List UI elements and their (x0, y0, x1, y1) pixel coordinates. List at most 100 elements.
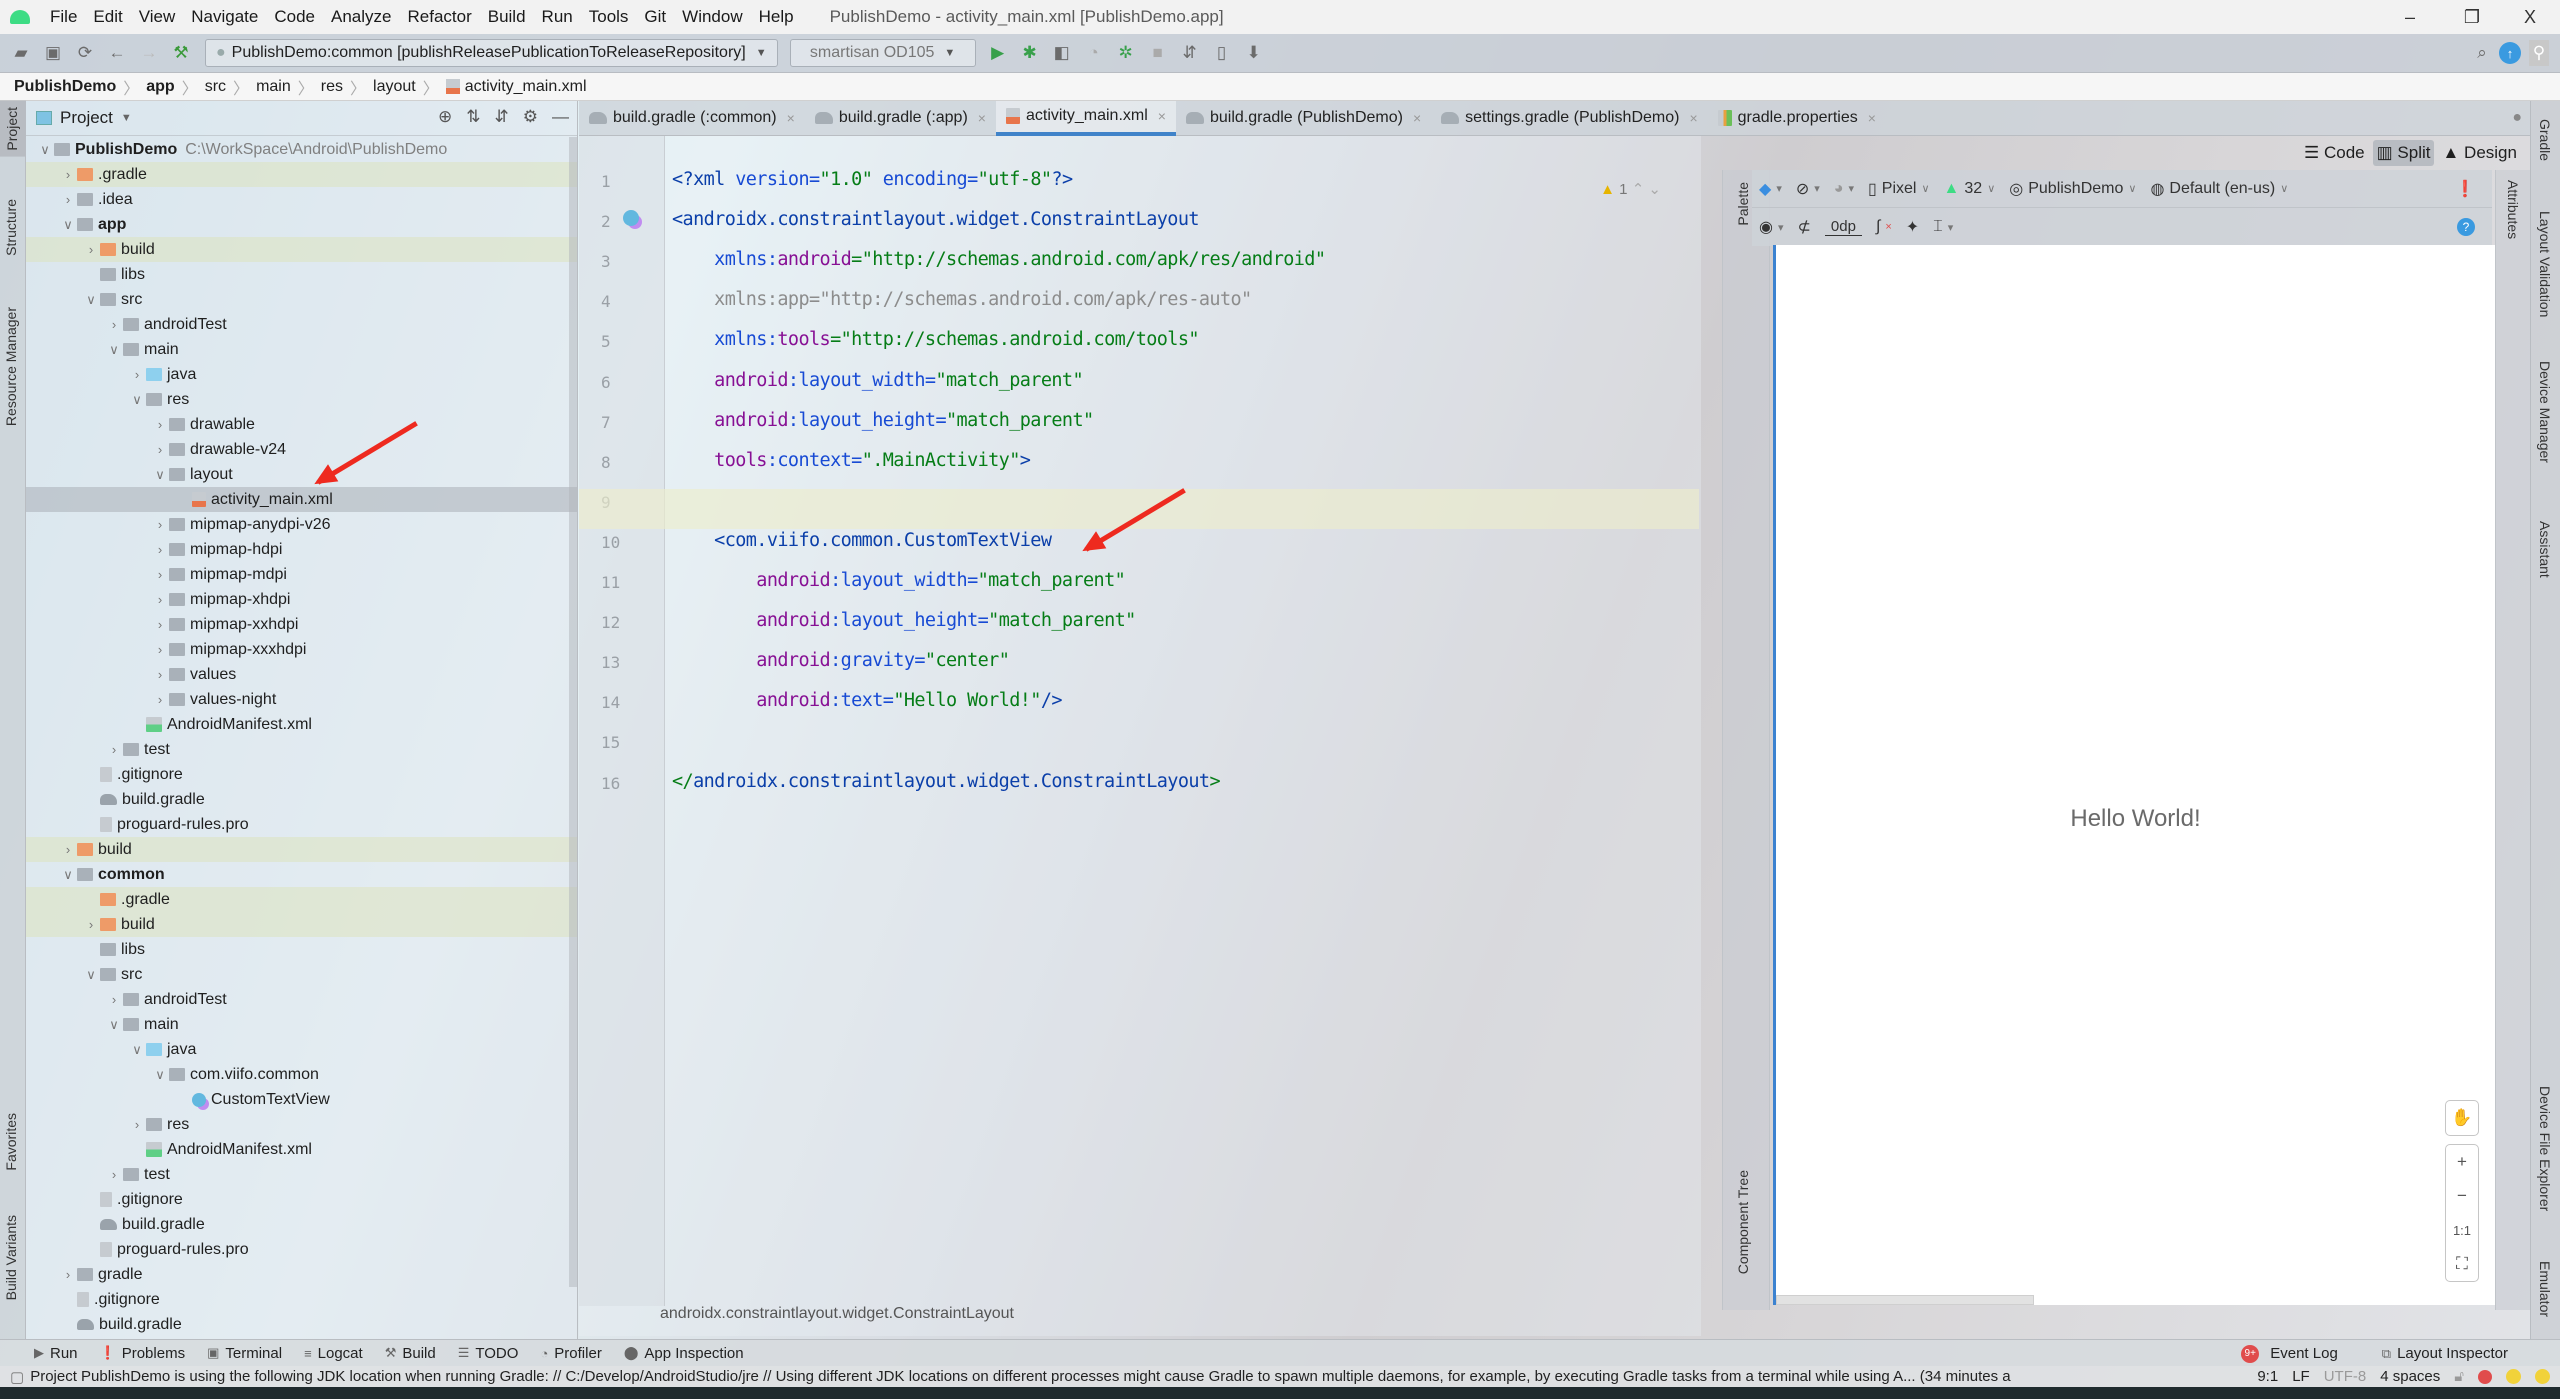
tree-item[interactable]: libs (26, 937, 577, 962)
chevron-right-icon[interactable]: › (59, 192, 77, 207)
chevron-right-icon[interactable]: › (105, 992, 123, 1007)
lock-icon[interactable]: 🔓︎ (2454, 1368, 2464, 1385)
chevron-right-icon[interactable]: › (82, 917, 100, 932)
menu-view[interactable]: View (131, 7, 184, 27)
tree-item[interactable]: › test (26, 1162, 577, 1187)
chevron-down-icon[interactable]: ∨ (151, 1067, 169, 1083)
breadcrumb-item[interactable]: main (256, 78, 291, 96)
editor-tab[interactable]: gradle.properties × (1708, 101, 1886, 136)
chevron-down-icon[interactable]: ∨ (59, 217, 77, 233)
tree-item[interactable]: › gradle (26, 1262, 577, 1287)
chevron-down-icon[interactable]: ∨ (82, 967, 100, 983)
breadcrumb-item[interactable]: layout (373, 78, 416, 96)
sync-gradle-icon[interactable]: ⇵ (1177, 40, 1203, 66)
orientation-icon[interactable]: ⊘ ▾ (1796, 179, 1820, 199)
toggle-tool-windows-icon[interactable]: ▢ (10, 1368, 24, 1386)
close-tab-icon[interactable]: × (978, 110, 986, 126)
tree-item[interactable]: › mipmap-xxxhdpi (26, 637, 577, 662)
guidelines-icon[interactable]: ⌶ ▾ (1933, 218, 1953, 236)
update-icon[interactable]: ↑ (2499, 42, 2521, 64)
default-margin-select[interactable]: 0dp (1824, 218, 1862, 236)
chevron-right-icon[interactable]: › (128, 1117, 146, 1132)
menu-tools[interactable]: Tools (581, 7, 637, 27)
chevron-right-icon[interactable]: › (151, 567, 169, 582)
gradle-sync-icon[interactable]: ● (2512, 109, 2522, 127)
tree-item[interactable]: proguard-rules.pro (26, 1237, 577, 1262)
breadcrumb-item[interactable]: res (321, 78, 343, 96)
forward-arrow-icon[interactable]: → (136, 40, 162, 66)
zoom-to-fit-button[interactable]: ⛶ (2456, 1247, 2468, 1281)
code-line[interactable]: xmlns:android="http://schemas.android.co… (672, 249, 1326, 270)
tree-item[interactable]: › values-night (26, 687, 577, 712)
chevron-down-icon[interactable]: ∨ (105, 1017, 123, 1033)
tree-item[interactable]: .gradle (26, 887, 577, 912)
help-icon[interactable]: ? (2457, 218, 2475, 236)
run-with-coverage-icon[interactable]: ◧ (1049, 40, 1075, 66)
code-line[interactable]: android:gravity="center" (672, 650, 1010, 671)
tree-item[interactable]: › .idea (26, 187, 577, 212)
bottom-tool-logcat[interactable]: ≡ Logcat (304, 1345, 363, 1362)
device-select[interactable]: smartisan OD105 ▼ (789, 39, 976, 67)
tool-window-resource-manager[interactable]: Resource Manager (3, 307, 19, 426)
close-tab-icon[interactable]: × (1158, 108, 1166, 124)
code-line[interactable]: android:layout_width="match_parent" (672, 570, 1125, 591)
menu-build[interactable]: Build (480, 7, 534, 27)
chevron-right-icon[interactable]: › (151, 592, 169, 607)
tree-item[interactable]: › mipmap-xxhdpi (26, 612, 577, 637)
bottom-tool-terminal[interactable]: ▣ Terminal (207, 1345, 282, 1362)
restore-button[interactable]: ❐ (2442, 0, 2502, 34)
tree-item[interactable]: ∨ PublishDemo C:\WorkSpace\Android\Publish… (26, 137, 577, 162)
chevron-right-icon[interactable]: › (59, 167, 77, 182)
chevron-right-icon[interactable]: › (151, 617, 169, 632)
tree-item[interactable]: › values (26, 662, 577, 687)
tree-item[interactable]: ∨ common (26, 862, 577, 887)
sdk-manager-icon[interactable]: ⬇ (1241, 40, 1267, 66)
build-hammer-icon[interactable]: ⚒ (168, 40, 194, 66)
editor-footer-path[interactable]: androidx.constraintlayout.widget.Constra… (660, 1305, 1014, 1323)
code-line[interactable]: xmlns:tools="http://schemas.android.com/… (672, 329, 1199, 350)
tree-item[interactable]: build.gradle (26, 1312, 577, 1337)
chevron-right-icon[interactable]: › (105, 317, 123, 332)
chevron-down-icon[interactable]: ∨ (82, 292, 100, 308)
back-arrow-icon[interactable]: ← (104, 40, 130, 66)
zoom-out-button[interactable]: − (2457, 1179, 2467, 1213)
close-tab-icon[interactable]: × (1868, 110, 1876, 126)
menu-file[interactable]: File (42, 7, 85, 27)
menu-analyze[interactable]: Analyze (323, 7, 399, 27)
tree-item[interactable]: build.gradle (26, 787, 577, 812)
view-mode-code[interactable]: ☰ Code (2300, 140, 2369, 166)
close-tab-icon[interactable]: × (1413, 110, 1421, 126)
editor-tab[interactable]: settings.gradle (PublishDemo) × (1431, 101, 1708, 136)
debug-bug-icon[interactable]: ✱ (1017, 40, 1043, 66)
error-icon[interactable] (2478, 1369, 2492, 1384)
chevron-right-icon[interactable]: › (151, 642, 169, 657)
chevron-right-icon[interactable]: › (151, 517, 169, 532)
tree-item[interactable]: › .gradle (26, 162, 577, 187)
account-icon[interactable]: ⚲ (2529, 40, 2549, 66)
infer-constraints-icon[interactable]: ✦ (1906, 217, 1919, 237)
project-view-select[interactable]: Project (60, 108, 113, 128)
design-surface-icon[interactable]: ◆ ▾ (1759, 179, 1782, 199)
zoom-actual-size-button[interactable]: 1:1 (2453, 1213, 2471, 1247)
breadcrumb-item[interactable]: PublishDemo (14, 78, 116, 96)
code-editor[interactable]: 12345678910111213141516 <?xml version="1… (579, 136, 1701, 1336)
locale-select[interactable]: ◍ Default (en-us) ∨ (2150, 179, 2288, 199)
bottom-tool-profiler[interactable]: ◔ Profiler (540, 1345, 601, 1362)
tree-item[interactable]: › androidTest (26, 987, 577, 1012)
chevron-down-icon[interactable]: ∨ (151, 467, 169, 483)
chevron-right-icon[interactable]: › (151, 667, 169, 682)
tree-item[interactable]: › mipmap-xhdpi (26, 587, 577, 612)
code-line[interactable]: <com.viifo.common.CustomTextView (672, 530, 1052, 551)
chevron-right-icon[interactable]: › (128, 367, 146, 382)
tree-item[interactable]: activity_main.xml (26, 487, 577, 512)
tree-item[interactable]: AndroidManifest.xml (26, 712, 577, 737)
preview-horizontal-scrollbar[interactable] (1776, 1295, 2034, 1305)
bottom-tool-problems[interactable]: ❗ Problems (100, 1345, 186, 1362)
chevron-right-icon[interactable]: › (151, 542, 169, 557)
chevron-down-icon[interactable]: ∨ (128, 1042, 146, 1058)
run-configuration-select[interactable]: ● PublishDemo:common [publishReleasePubl… (205, 39, 778, 67)
attach-debugger-icon[interactable]: ✲ (1113, 40, 1139, 66)
breadcrumb-item[interactable]: activity_main.xml (465, 78, 587, 96)
bottom-tool-todo[interactable]: ☰ TODO (458, 1345, 519, 1362)
component-tree-tab[interactable]: Component Tree (1735, 1170, 1751, 1274)
